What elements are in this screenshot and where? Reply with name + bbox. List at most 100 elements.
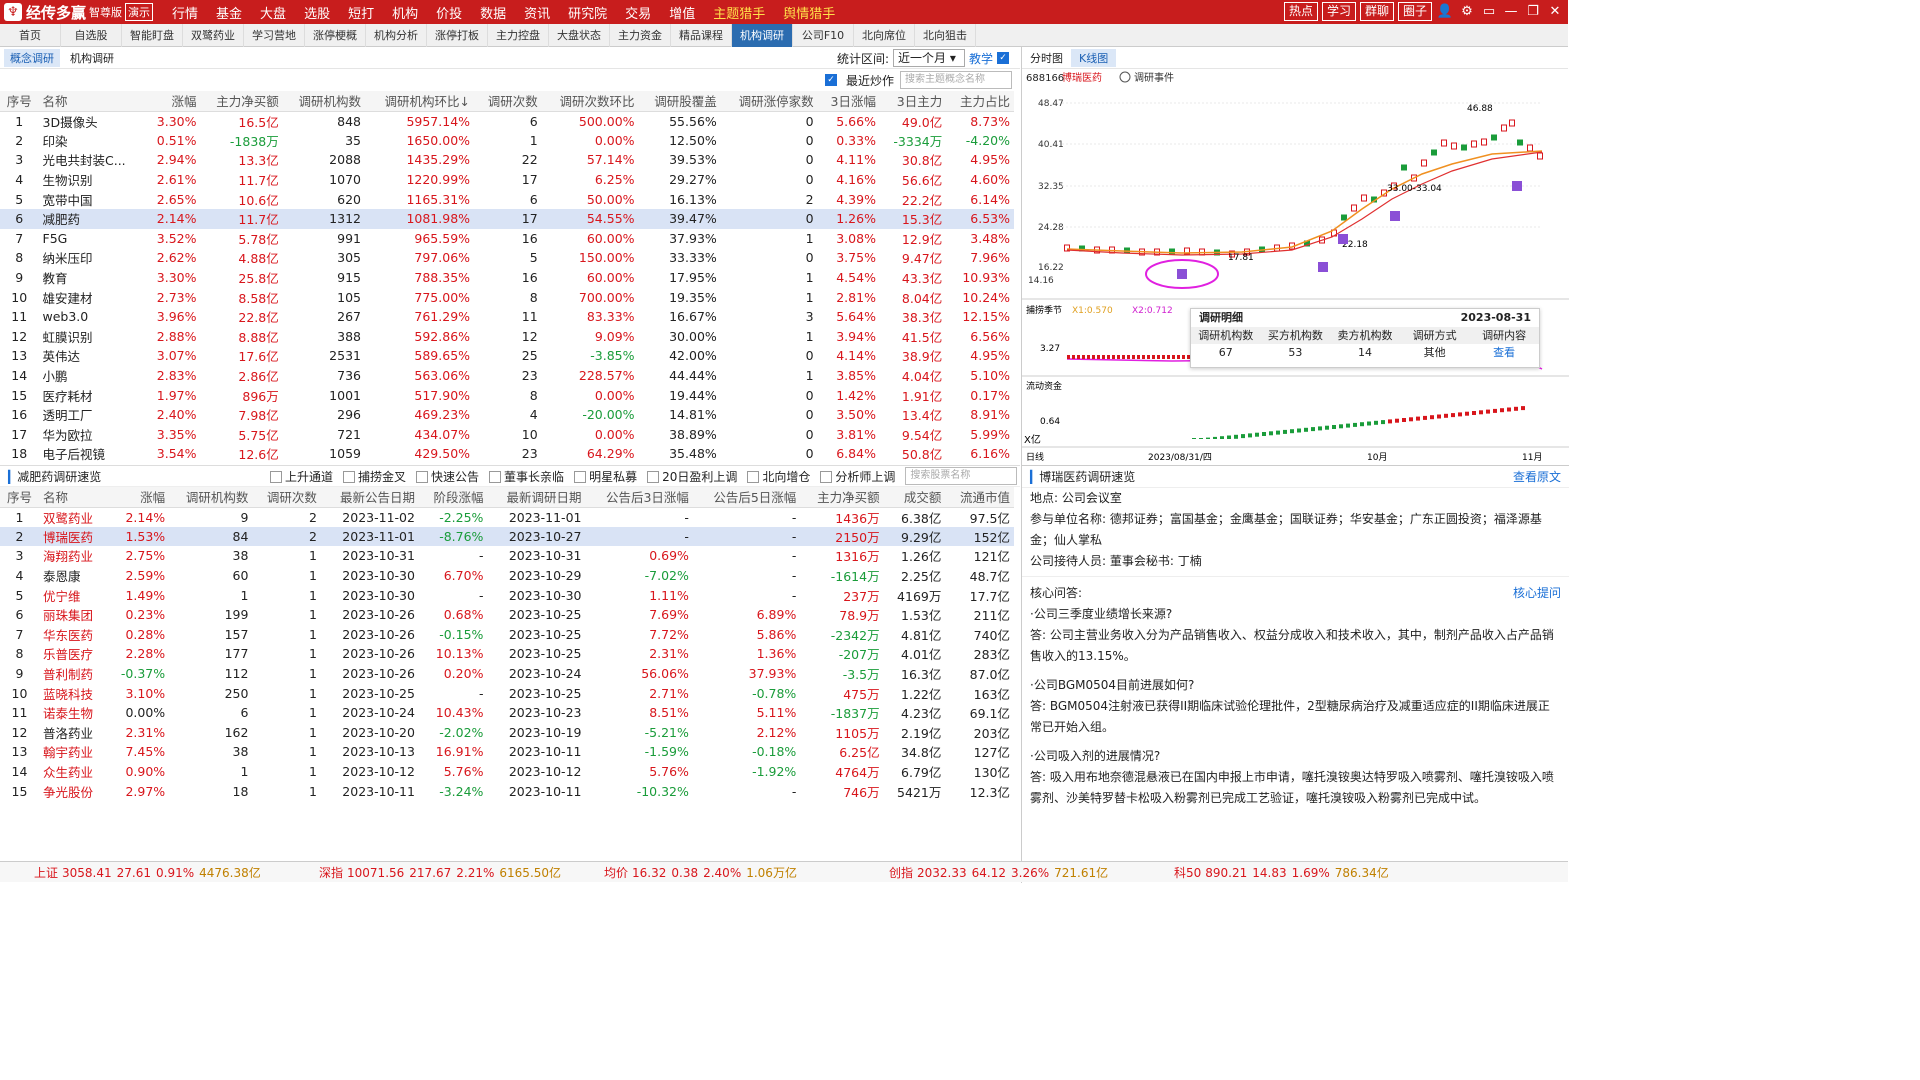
circle-button[interactable]: 圈子 bbox=[1397, 2, 1432, 21]
tab-item[interactable]: 双鹭药业 bbox=[183, 23, 244, 47]
tab-institution-research[interactable]: 机构调研 bbox=[64, 49, 120, 67]
group-chat-button[interactable]: 群聊 bbox=[1359, 2, 1394, 21]
table-row[interactable]: 17 华为欧拉 3.35% 5.75亿 721 434.07% 10 0.00% 38.89% 0… bbox=[0, 425, 1014, 445]
column-header[interactable]: 调研股覆盖 bbox=[638, 91, 721, 112]
filter-checkbox[interactable]: 上升通道 bbox=[270, 468, 333, 485]
index-quote[interactable]: 深指 10071.56 217.67 2.21% 6165.50亿 bbox=[285, 864, 570, 881]
period-select[interactable]: 近一个月 ▾ bbox=[892, 49, 965, 67]
tab-kline[interactable]: K线图 bbox=[1071, 48, 1117, 67]
column-header[interactable]: 名称 bbox=[38, 91, 145, 112]
checkbox-box[interactable] bbox=[747, 471, 760, 483]
minimize-icon[interactable]: — bbox=[1502, 4, 1520, 19]
learn-button[interactable]: 学习 bbox=[1321, 2, 1356, 21]
index-quote[interactable]: 均价 16.32 0.38 2.40% 1.06万亿 bbox=[570, 864, 855, 881]
column-header[interactable]: 调研机构环比↓ bbox=[364, 91, 475, 112]
tab-item[interactable]: 涨停打板 bbox=[427, 23, 488, 47]
menu-item[interactable]: 研究院 bbox=[559, 3, 616, 22]
column-header[interactable]: 最新调研日期 bbox=[487, 487, 586, 508]
hot-button[interactable]: 热点 bbox=[1283, 2, 1318, 21]
tab-item[interactable]: 自选股 bbox=[61, 23, 122, 47]
tab-item[interactable]: 精品课程 bbox=[671, 23, 732, 47]
research-event-icon[interactable] bbox=[1512, 181, 1522, 191]
column-header[interactable]: 调研次数 bbox=[252, 487, 321, 508]
tab-item[interactable]: 机构分析 bbox=[366, 23, 427, 47]
table-row[interactable]: 4 泰恩康 2.59% 60 1 2023-10-30 6.70% 2023-10-29 -7.… bbox=[0, 566, 1014, 586]
filter-checkbox[interactable]: 分析师上调 bbox=[820, 468, 895, 485]
tab-item[interactable]: 主力控盘 bbox=[488, 23, 549, 47]
tab-item[interactable]: 机构调研 bbox=[732, 23, 793, 47]
column-header[interactable]: 调研机构数 bbox=[169, 487, 253, 508]
filter-checkbox[interactable]: 20日盈利上调 bbox=[647, 468, 737, 485]
view-content-link[interactable]: 查看 bbox=[1469, 344, 1539, 361]
table-row[interactable]: 10 蓝晓科技 3.10% 250 1 2023-10-25 - 2023-10-25 2.71… bbox=[0, 683, 1014, 703]
kline-svg[interactable]: 688166 博瑞医药 调研事件 48.47 40.41 32.35 24.28… bbox=[1022, 69, 1569, 464]
tab-item[interactable]: 学习营地 bbox=[244, 23, 305, 47]
table-row[interactable]: 9 教育 3.30% 25.8亿 915 788.35% 16 60.00% 17.95% 1 4.… bbox=[0, 268, 1014, 288]
table-row[interactable]: 10 雄安建材 2.73% 8.58亿 105 775.00% 8 700.00% 19.35%… bbox=[0, 287, 1014, 307]
column-header[interactable]: 调研次数环比 bbox=[541, 91, 639, 112]
column-header[interactable]: 3日涨幅 bbox=[817, 91, 880, 112]
index-quote[interactable]: 上证 3058.41 27.61 0.91% 4476.38亿 bbox=[0, 864, 285, 881]
layout-icon[interactable]: ▭ bbox=[1480, 4, 1498, 19]
menu-item[interactable]: 资讯 bbox=[515, 3, 559, 22]
research-event-icon[interactable] bbox=[1177, 269, 1187, 279]
concept-search-input[interactable]: 搜索主题概念名称 bbox=[900, 71, 1012, 89]
table-row[interactable]: 5 宽带中国 2.65% 10.6亿 620 1165.31% 6 50.00% 16.13% 2… bbox=[0, 189, 1014, 209]
table-row[interactable]: 8 乐普医疗 2.28% 177 1 2023-10-26 10.13% 2023-10-25… bbox=[0, 644, 1014, 664]
tab-intraday[interactable]: 分时图 bbox=[1022, 49, 1071, 67]
filter-checkbox[interactable]: 明星私募 bbox=[574, 468, 637, 485]
table-row[interactable]: 2 博瑞医药 1.53% 84 2 2023-11-01 -8.76% 2023-10-27-… bbox=[0, 526, 1014, 547]
tab-concept-research[interactable]: 概念调研 bbox=[4, 48, 60, 67]
menu-item[interactable]: 大盘 bbox=[251, 3, 295, 22]
tab-item[interactable]: 涨停梗概 bbox=[305, 23, 366, 47]
column-header[interactable]: 流通市值 bbox=[945, 487, 1014, 508]
column-header[interactable]: 名称 bbox=[38, 487, 108, 508]
column-header[interactable]: 成交额 bbox=[883, 487, 946, 508]
table-row[interactable]: 1 3D摄像头 3.30% 16.5亿 848 5957.14% 6 500.00% 55.56… bbox=[0, 111, 1014, 131]
filter-checkbox[interactable]: 捕捞金叉 bbox=[343, 468, 406, 485]
column-header[interactable]: 主力净买额 bbox=[800, 487, 884, 508]
table-row[interactable]: 13 英伟达 3.07% 17.6亿 2531 589.65% 25 -3.85% 42.00%… bbox=[0, 346, 1014, 366]
checkbox-box[interactable] bbox=[489, 471, 502, 483]
menu-item[interactable]: 基金 bbox=[207, 3, 251, 22]
column-header[interactable]: 公告后3日涨幅 bbox=[585, 487, 693, 508]
table-row[interactable]: 1 双鹭药业 2.14% 9 2 2023-11-02 -2.25% 2023-11-01 - -… bbox=[0, 507, 1014, 527]
tab-item[interactable]: 大盘状态 bbox=[549, 23, 610, 47]
research-event-icon[interactable] bbox=[1318, 262, 1328, 272]
table-row[interactable]: 12 虹膜识别 2.88% 8.88亿 388 592.86% 12 9.09% 30.00% 1… bbox=[0, 327, 1014, 347]
checkbox-box[interactable] bbox=[270, 471, 282, 483]
teach-link[interactable]: 教学 bbox=[969, 50, 993, 67]
stock-search-input[interactable]: 搜索股票名称 bbox=[905, 467, 1018, 485]
tab-item[interactable]: 北向狙击 bbox=[915, 23, 976, 47]
menu-item[interactable]: 交易 bbox=[616, 3, 660, 22]
table-row[interactable]: 14 小鹏 2.83% 2.86亿 736 563.06% 23 228.57% 44.44% 1… bbox=[0, 366, 1014, 386]
table-row[interactable]: 4 生物识别 2.61% 11.7亿 1070 1220.99% 17 6.25% 29.27%… bbox=[0, 170, 1014, 190]
table-row[interactable]: 16 透明工厂 2.40% 7.98亿 296 469.23% 4 -20.00% 14.81%… bbox=[0, 405, 1014, 425]
column-header[interactable]: 主力占比 bbox=[946, 91, 1014, 112]
table-row[interactable]: 11 web3.0 3.96% 22.8亿 267 761.29% 11 83.33% 16.6… bbox=[0, 307, 1014, 327]
table-row[interactable]: 2 印染 0.51% -1838万 35 1650.00% 1 0.00% 12.50% 0 0.3… bbox=[0, 131, 1014, 151]
table-row[interactable]: 8 纳米压印 2.62% 4.88亿 305 797.06% 5 150.00% 33.33% 0… bbox=[0, 248, 1014, 268]
column-header[interactable]: 主力净买额 bbox=[200, 91, 283, 112]
menu-item[interactable]: 选股 bbox=[295, 3, 339, 22]
checkbox-box[interactable] bbox=[343, 471, 356, 483]
table-row[interactable]: 6 减肥药 2.14% 11.7亿 1312 1081.98% 17 54.55% 39.47%… bbox=[0, 208, 1014, 229]
column-header[interactable]: 调研次数 bbox=[474, 91, 542, 112]
checkbox-box[interactable] bbox=[647, 471, 660, 483]
table-row[interactable]: 18 电子后视镜 3.54% 12.6亿 1059 429.50% 23 64.29% 35.4… bbox=[0, 444, 1014, 464]
tab-item[interactable]: 公司F10 bbox=[793, 23, 854, 47]
table-row[interactable]: 3 海翔药业 2.75% 38 1 2023-10-31 - 2023-10-31 0.69% -… bbox=[0, 546, 1014, 566]
core-question-link[interactable]: 核心提问 bbox=[1513, 583, 1561, 604]
tab-item[interactable]: 北向席位 bbox=[854, 23, 915, 47]
table-row[interactable]: 15 争光股份 2.97% 18 1 2023-10-11 -3.24% 2023-10-11… bbox=[0, 781, 1014, 801]
column-header[interactable]: 序号 bbox=[0, 487, 39, 508]
column-header[interactable]: 阶段涨幅 bbox=[418, 487, 488, 508]
tab-item[interactable]: 智能盯盘 bbox=[122, 23, 183, 47]
table-row[interactable]: 7 F5G 3.52% 5.78亿 991 965.59% 16 60.00% 37.93% 1 3… bbox=[0, 229, 1014, 249]
column-header[interactable]: 公告后5日涨幅 bbox=[692, 487, 801, 508]
table-row[interactable]: 15 医疗耗材 1.97% 896万 1001 517.90% 8 0.00% 19.44% 0 1… bbox=[0, 385, 1014, 405]
kline-chart[interactable]: 688166 博瑞医药 调研事件 48.47 40.41 32.35 24.28… bbox=[1022, 69, 1569, 467]
checkbox-box[interactable] bbox=[820, 471, 833, 483]
menu-item[interactable]: 短打 bbox=[339, 3, 383, 22]
gear-icon[interactable]: ⚙ bbox=[1458, 4, 1476, 19]
